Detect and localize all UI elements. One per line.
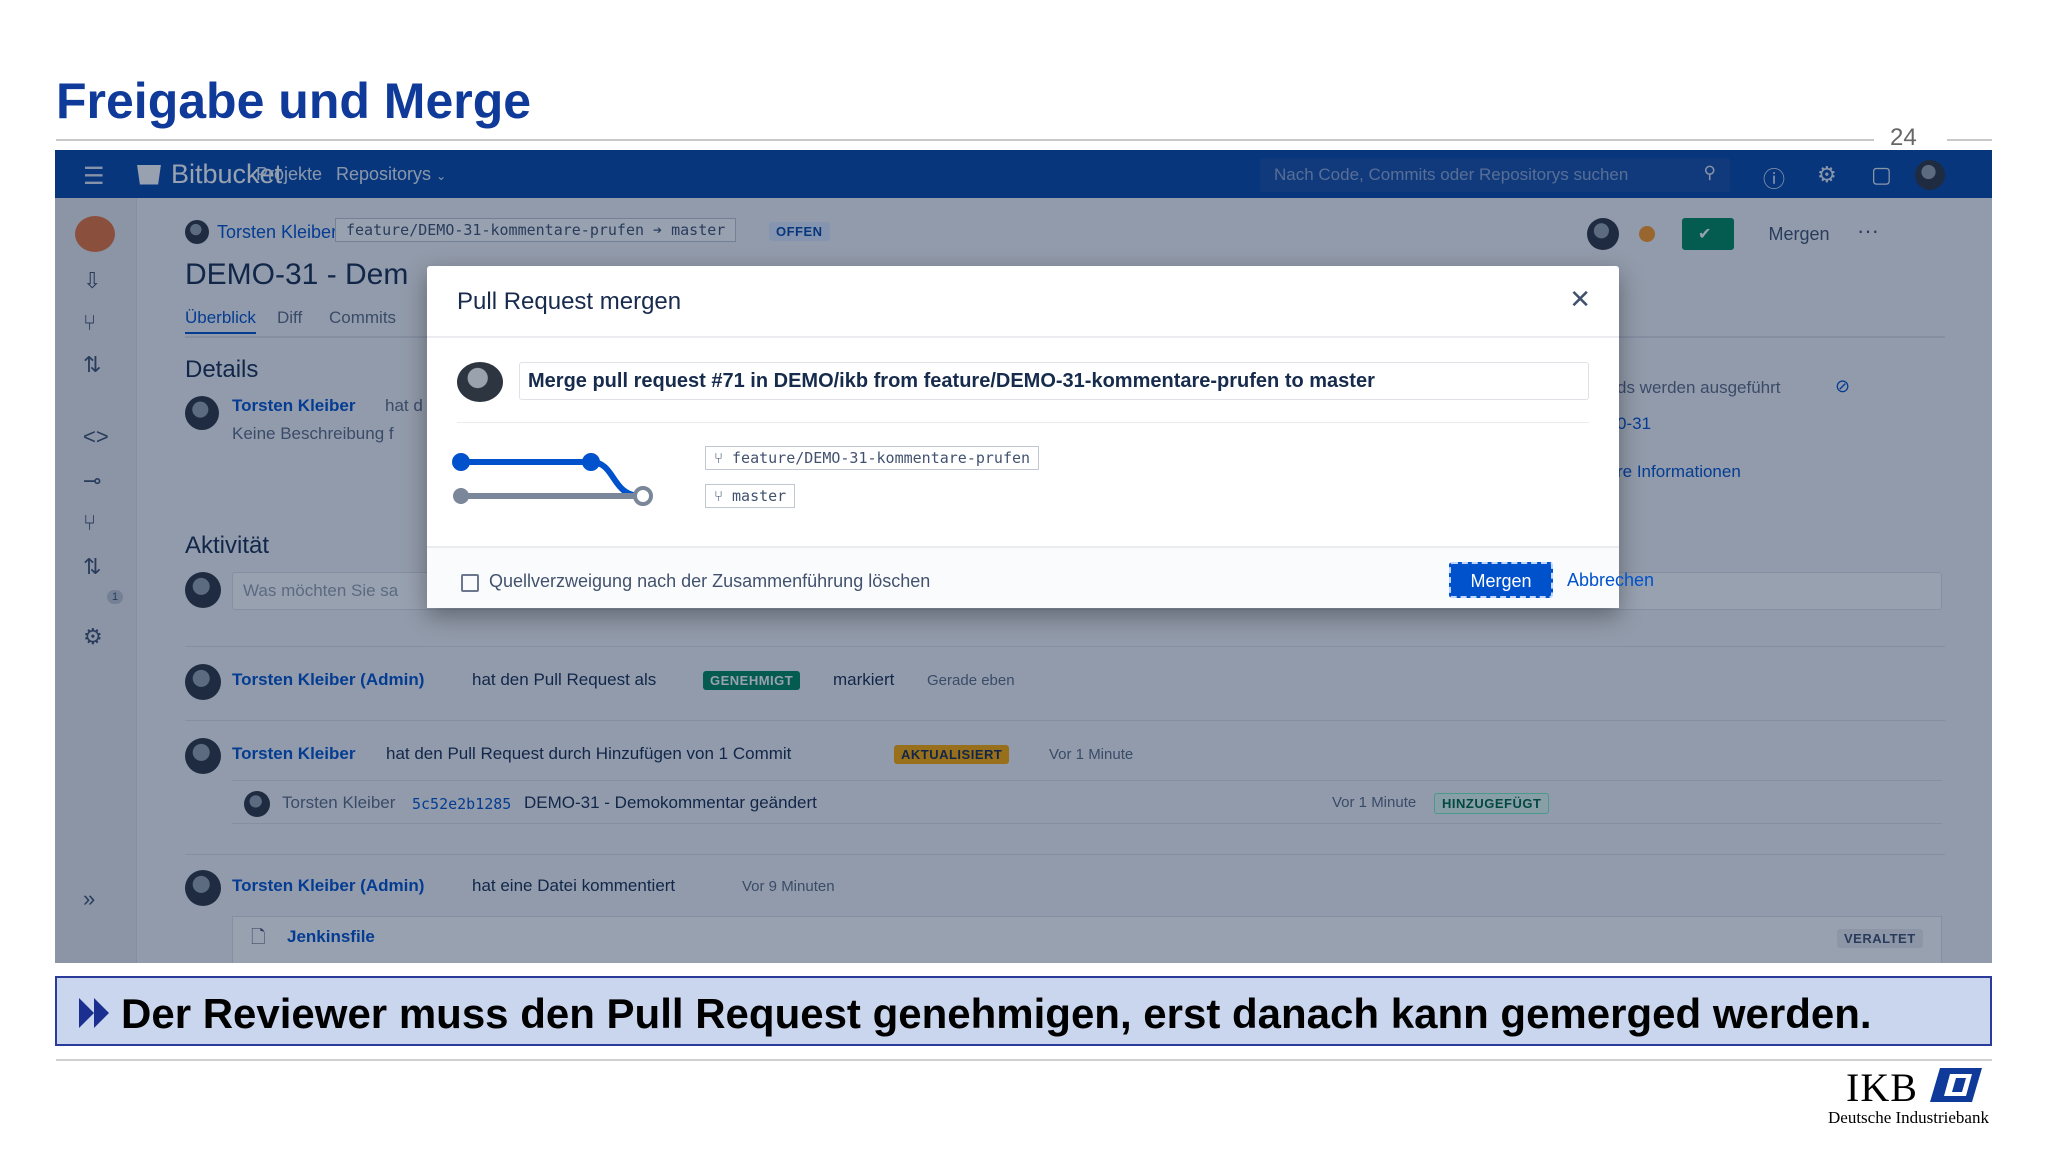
merge-dialog: Pull Request mergen ✕ Merge pull request… bbox=[427, 266, 1654, 608]
delete-source-branch-label[interactable]: Quellverzweigung nach der Zusammenführun… bbox=[489, 571, 930, 592]
close-icon[interactable]: ✕ bbox=[1569, 284, 1591, 315]
branch-icon: ⑂ bbox=[714, 487, 733, 505]
merge-target-label: master bbox=[732, 487, 787, 505]
double-arrow-icon bbox=[79, 998, 109, 1028]
merge-source-branch: ⑂ feature/DEMO-31-kommentare-prufen bbox=[705, 446, 1040, 470]
message-divider bbox=[457, 422, 1589, 423]
page-number: 24 bbox=[1890, 124, 1917, 151]
slide: Freigabe und Merge 24 ☰ Bitbucket Projek… bbox=[0, 0, 2048, 1152]
title-divider bbox=[56, 139, 1874, 141]
branch-merge-graph bbox=[452, 453, 653, 506]
callout-box: Der Reviewer muss den Pull Request geneh… bbox=[55, 976, 1992, 1046]
ikb-logo-subtitle: Deutsche Industriebank bbox=[1828, 1108, 1989, 1127]
merge-source-label: feature/DEMO-31-kommentare-prufen bbox=[732, 449, 1031, 467]
ikb-logo-text: IKB bbox=[1846, 1065, 1918, 1110]
dialog-title: Pull Request mergen bbox=[457, 288, 682, 315]
ikb-logo-mark bbox=[1930, 1068, 1982, 1102]
dialog-header-divider bbox=[427, 336, 1619, 338]
cancel-button[interactable]: Abbrechen bbox=[1567, 570, 1654, 591]
committer-avatar bbox=[457, 362, 503, 402]
merge-target-branch: ⑂ master bbox=[705, 484, 796, 508]
confirm-merge-button[interactable]: Mergen bbox=[1449, 562, 1553, 598]
commit-message-input[interactable]: Merge pull request #71 in DEMO/ikb from … bbox=[519, 362, 1589, 400]
delete-source-branch-checkbox[interactable] bbox=[461, 574, 479, 592]
callout-text: Der Reviewer muss den Pull Request geneh… bbox=[121, 990, 1872, 1037]
footer-divider bbox=[56, 1059, 1992, 1061]
bitbucket-screenshot: ☰ Bitbucket Projekte Repositorys ⌄ Nach … bbox=[55, 150, 1992, 963]
branch-icon: ⑂ bbox=[714, 449, 733, 467]
title-divider-end bbox=[1947, 139, 1992, 141]
slide-title: Freigabe und Merge bbox=[56, 73, 532, 129]
